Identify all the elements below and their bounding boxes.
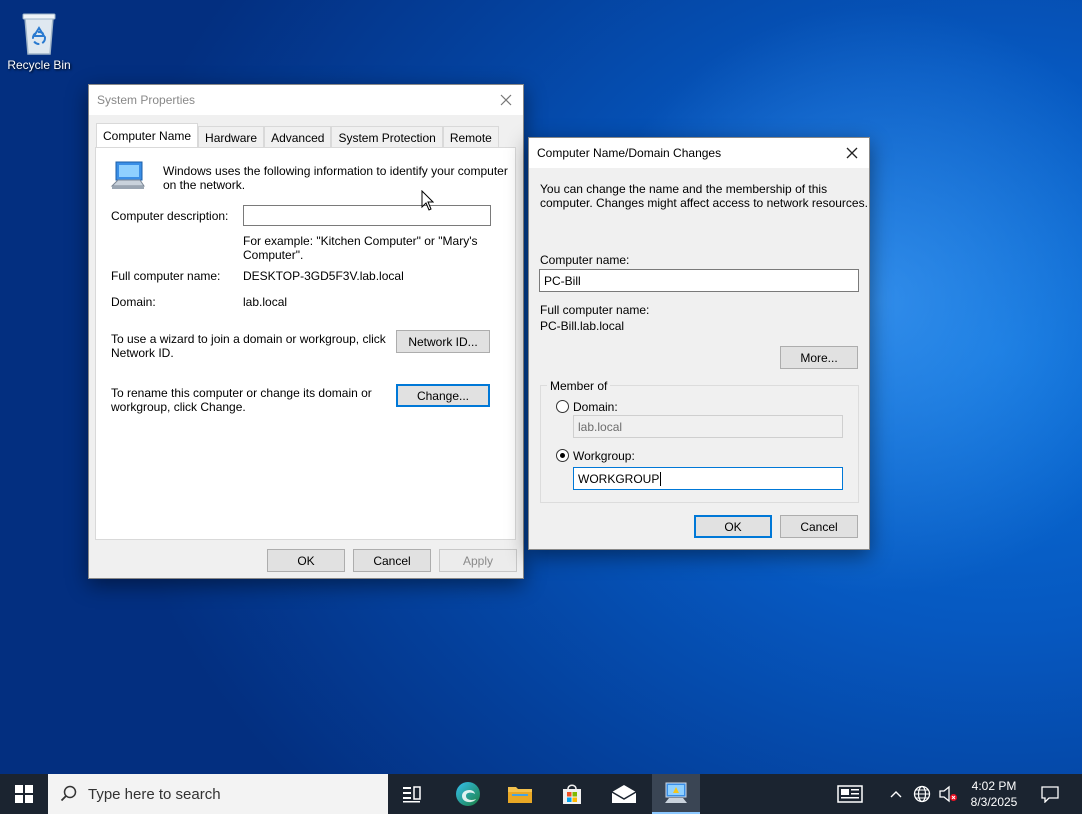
search-placeholder: Type here to search — [88, 785, 221, 803]
system-properties-titlebar[interactable]: System Properties — [89, 85, 523, 115]
full-name-label: Full computer name: — [111, 269, 221, 283]
computer-icon — [110, 160, 146, 195]
dialog-intro-line2: computer. Changes might affect access to… — [540, 196, 868, 210]
network-tray-button[interactable] — [910, 774, 934, 814]
mouse-cursor-icon — [421, 189, 435, 214]
edge-browser-icon — [456, 782, 480, 806]
ok-button[interactable]: OK — [267, 549, 345, 572]
full-name-value: DESKTOP-3GD5F3V.lab.local — [243, 269, 404, 283]
notification-icon — [1041, 786, 1059, 803]
taskbar-search-box[interactable]: Type here to search — [48, 774, 388, 814]
tab-strip: Computer Name Hardware Advanced System P… — [96, 123, 499, 148]
mail-envelope-icon — [611, 785, 637, 803]
domain-radio-label[interactable]: Domain: — [573, 400, 618, 414]
workgroup-value: WORKGROUP — [578, 471, 660, 486]
tab-hardware[interactable]: Hardware — [198, 126, 265, 148]
window-title: System Properties — [97, 93, 196, 107]
show-hidden-icons-button[interactable] — [886, 774, 906, 814]
file-explorer-taskbar-button[interactable] — [498, 774, 542, 814]
close-icon — [500, 94, 512, 106]
example-text-line2: Computer". — [243, 248, 304, 262]
windows-logo-icon — [15, 785, 33, 803]
workgroup-radio-label[interactable]: Workgroup: — [573, 449, 635, 463]
system-properties-taskbar-button[interactable] — [652, 774, 700, 814]
tab-remote[interactable]: Remote — [442, 126, 499, 148]
volume-tray-button[interactable] — [936, 774, 960, 814]
system-properties-window: System Properties Computer Name Hardware… — [88, 84, 524, 579]
intro-text-line1: Windows uses the following information t… — [163, 164, 508, 178]
dialog-ok-button[interactable]: OK — [694, 515, 772, 538]
network-id-button[interactable]: Network ID... — [396, 330, 490, 353]
store-taskbar-button[interactable] — [550, 774, 594, 814]
dialog-full-name-label: Full computer name: — [540, 303, 650, 317]
computer-description-input[interactable] — [243, 205, 491, 226]
taskbar: Type here to search 4:02 PM 8/3/2025 — [0, 774, 1082, 814]
dialog-cancel-button[interactable]: Cancel — [780, 515, 858, 538]
intro-text-line2: on the network. — [163, 178, 246, 192]
computer-name-panel: Windows uses the following information t… — [95, 147, 516, 540]
more-button[interactable]: More... — [780, 346, 858, 369]
clock-time: 4:02 PM — [971, 779, 1017, 793]
workgroup-radio[interactable] — [556, 449, 569, 462]
change-button[interactable]: Change... — [396, 384, 490, 407]
task-view-icon — [403, 786, 421, 803]
search-icon — [60, 785, 77, 802]
recycle-bin-shortcut[interactable]: Recycle Bin — [4, 6, 74, 72]
rename-text-line2: workgroup, click Change. — [111, 400, 246, 414]
wizard-text-line1: To use a wizard to join a domain or work… — [111, 332, 386, 346]
recycle-bin-label: Recycle Bin — [7, 58, 71, 72]
computer-name-changes-dialog: Computer Name/Domain Changes You can cha… — [528, 137, 870, 550]
clock-date: 8/3/2025 — [970, 795, 1018, 809]
start-button[interactable] — [0, 774, 48, 814]
tab-system-protection[interactable]: System Protection — [331, 126, 443, 148]
workgroup-input[interactable]: WORKGROUP — [573, 467, 843, 490]
computer-name-input[interactable]: PC-Bill — [539, 269, 859, 292]
close-icon — [846, 147, 858, 159]
computer-name-label: Computer name: — [540, 253, 630, 267]
domain-value: lab.local — [243, 295, 288, 309]
cancel-button[interactable]: Cancel — [353, 549, 431, 572]
member-of-label: Member of — [547, 379, 611, 393]
dialog-title: Computer Name/Domain Changes — [537, 146, 722, 160]
system-properties-icon — [665, 782, 687, 803]
example-text-line1: For example: "Kitchen Computer" or "Mary… — [243, 234, 478, 248]
action-center-button[interactable] — [1032, 774, 1068, 814]
mail-taskbar-button[interactable] — [602, 774, 646, 814]
store-bag-icon — [563, 784, 581, 804]
dialog-titlebar[interactable]: Computer Name/Domain Changes — [529, 138, 869, 168]
task-view-button[interactable] — [392, 774, 432, 814]
dialog-close-button[interactable] — [835, 138, 869, 168]
tab-advanced[interactable]: Advanced — [264, 126, 332, 148]
edge-taskbar-button[interactable] — [446, 774, 490, 814]
wizard-text-line2: Network ID. — [111, 346, 174, 360]
domain-input[interactable]: lab.local — [573, 415, 843, 438]
news-widget-button[interactable] — [830, 774, 870, 814]
domain-label: Domain: — [111, 295, 156, 309]
chevron-up-icon — [890, 791, 902, 798]
news-icon — [837, 785, 863, 803]
dialog-intro-line1: You can change the name and the membersh… — [540, 182, 828, 196]
close-button[interactable] — [489, 85, 523, 115]
clock[interactable]: 4:02 PM 8/3/2025 — [962, 774, 1026, 814]
tab-computer-name[interactable]: Computer Name — [96, 123, 199, 148]
text-caret — [660, 471, 662, 486]
network-globe-icon — [913, 785, 931, 803]
rename-text-line1: To rename this computer or change its do… — [111, 386, 372, 400]
folder-icon — [508, 787, 532, 803]
domain-radio[interactable] — [556, 400, 569, 413]
description-label: Computer description: — [111, 209, 229, 223]
dialog-full-name-value: PC-Bill.lab.local — [540, 319, 625, 333]
recycle-bin-icon — [19, 10, 59, 56]
volume-muted-icon — [939, 785, 957, 803]
apply-button[interactable]: Apply — [439, 549, 517, 572]
